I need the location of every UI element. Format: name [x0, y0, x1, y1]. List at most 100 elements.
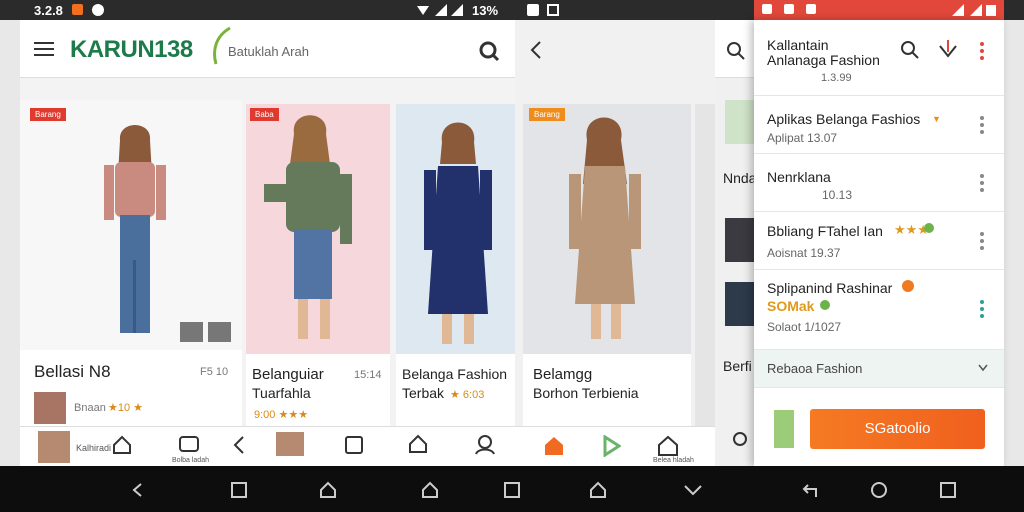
status-time: 3.2.8 [34, 3, 63, 18]
next-card-peek[interactable] [695, 104, 715, 450]
app-bar-2 [515, 20, 715, 78]
drawer-actions: SGatoolio [754, 388, 1004, 466]
product-price-2: 15:14 [354, 369, 382, 381]
back-icon[interactable] [232, 435, 246, 455]
profile-thumbnail[interactable] [38, 431, 70, 463]
drawer-item-4-more-icon[interactable] [980, 300, 984, 321]
nav-thumbnail[interactable] [276, 432, 304, 456]
product-badge-2: Baba [250, 108, 279, 121]
sys-recents-icon-2[interactable] [504, 482, 520, 498]
green-tab[interactable] [774, 410, 794, 448]
notif-icon-3 [806, 4, 816, 14]
product-badge-4: Barang [529, 108, 565, 121]
sys-back-arrow-icon[interactable] [802, 481, 820, 499]
store-icon[interactable] [408, 434, 428, 454]
tv-icon[interactable] [178, 433, 200, 453]
model-figure-3 [424, 122, 492, 344]
model-figure-2 [264, 115, 352, 339]
list-thumb-1[interactable] [725, 100, 755, 144]
primary-button[interactable]: SGatoolio [810, 409, 985, 449]
sys-home-icon-2[interactable] [421, 481, 439, 499]
product-card-1[interactable]: Barang Bellasi N8 F5 10 Bnaan ★10 ★ [20, 100, 242, 450]
profile-icon[interactable] [474, 434, 496, 456]
drawer-item-3[interactable]: Bbliang FTahel Ian ★★★ Aoisnat 19.37 [754, 212, 1004, 270]
play-icon[interactable] [601, 435, 621, 457]
notification-icon [72, 4, 83, 15]
drawer-item-3-sub: Aoisnat 19.37 [767, 246, 841, 260]
drawer-item-4-title2: SOMak [767, 298, 815, 314]
list-thumb-3[interactable] [725, 282, 755, 326]
product-image-1[interactable] [20, 100, 242, 350]
search-text[interactable]: Batuklah Arah [228, 44, 309, 59]
drawer-more-icon[interactable] [980, 42, 984, 63]
menu-icon[interactable] [34, 42, 54, 58]
home-filled-icon[interactable] [543, 435, 565, 457]
list-thumb-2[interactable] [725, 218, 755, 262]
drawer-item-1-marker: ▼ [932, 114, 941, 124]
drawer-item-4[interactable]: Splipanind Rashinar SOMak Solaot 1/1027 [754, 270, 1004, 350]
sys-circle-home-icon[interactable] [870, 481, 888, 499]
bag-icon[interactable] [344, 435, 364, 455]
drawer-item-4-sub: Solaot 1/1027 [767, 320, 842, 334]
sys-square-icon[interactable] [940, 482, 956, 498]
signal-icons-right [952, 4, 996, 16]
drawer-search-icon[interactable] [900, 40, 920, 60]
sys-back-icon[interactable] [130, 482, 144, 498]
chevron-down-icon[interactable] [978, 364, 988, 372]
sys-recents-icon[interactable] [231, 482, 247, 498]
product-card-4[interactable]: Barang Belamgg Borhon Terbienia [523, 104, 691, 450]
drawer-header: Kallantain Anlanaga Fashion 1.3.99 [754, 20, 1004, 96]
product-title-2-line2: Tuarfahla [252, 385, 311, 401]
sys-down-icon[interactable] [683, 484, 703, 496]
screen-product: Barang Belamgg Borhon Terbienia Belea hl… [515, 20, 715, 466]
search-icon[interactable] [478, 40, 500, 62]
drawer-item-2-sub: 10.13 [822, 188, 853, 202]
drawer-item-2-more-icon[interactable] [980, 174, 984, 195]
app-bar: KARUN138 Batuklah Arah [20, 20, 515, 78]
product-badge-1: Barang [30, 108, 66, 121]
bottom-nav-2: Belea hladah [515, 426, 715, 466]
product-title-2: Belanguiar [252, 366, 324, 383]
download-icon[interactable] [936, 38, 960, 62]
drawer-footer-item[interactable]: Rebaoa Fashion [754, 350, 1004, 388]
drawer-item-1[interactable]: Aplikas Belanga Fashios ▼ Aplipat 13.07 [754, 96, 1004, 154]
drawer-header-title: Kallantain [767, 37, 829, 53]
sim-icon [527, 4, 539, 16]
home-icon[interactable] [112, 435, 132, 455]
menu-drawer: Kallantain Anlanaga Fashion 1.3.99 Aplik… [754, 20, 1004, 466]
bottom-nav: Kalhiradi Bolba ladah [20, 426, 515, 466]
status-red-area [754, 0, 1004, 20]
sys-home-icon-3[interactable] [589, 481, 607, 499]
model-figure-1 [104, 125, 166, 333]
product-image-3[interactable] [396, 104, 515, 354]
drawer-item-1-more-icon[interactable] [980, 116, 984, 137]
product-card-3[interactable]: Belanga Fashion Terbak ★ 6:03 [396, 104, 515, 450]
sys-home-icon[interactable] [319, 481, 337, 499]
drawer-footer-text: Rebaoa Fashion [767, 361, 863, 376]
back-arrow-icon[interactable] [529, 40, 543, 60]
product-title-4: Belamgg [533, 366, 593, 383]
screenshot-icon [547, 4, 559, 16]
primary-button-label: SGatoolio [864, 420, 931, 437]
app-icon [92, 4, 104, 16]
drawer-item-3-more-icon[interactable] [980, 232, 984, 253]
drawer-item-1-sub: Aplipat 13.07 [767, 131, 838, 145]
prev-image-icon[interactable] [180, 322, 203, 342]
system-nav-bar [0, 466, 1024, 512]
tag-icon[interactable] [657, 435, 679, 457]
product-card-2[interactable]: Baba Belanguiar 15:14 Tuarfahla 9:00 ★★★ [246, 104, 390, 450]
signal-icons [417, 4, 463, 16]
app-bar-3 [715, 20, 755, 78]
drawer-item-2-title: Nenrklana [767, 169, 831, 185]
product-rating-3: ★ 6:03 [450, 389, 485, 401]
product-image-2[interactable] [246, 104, 390, 354]
drawer-item-2[interactable]: Nenrklana 10.13 [754, 154, 1004, 212]
product-price-1: F5 10 [200, 366, 229, 378]
thumbnail-1 [34, 392, 66, 424]
search-icon-3[interactable] [725, 40, 747, 62]
nav-home-label: Kalhiradi [76, 443, 112, 453]
battery-text: 13% [472, 3, 499, 18]
next-image-icon[interactable] [208, 322, 231, 342]
search-icon-bottom[interactable] [731, 430, 751, 450]
product-image-4[interactable] [523, 104, 691, 354]
